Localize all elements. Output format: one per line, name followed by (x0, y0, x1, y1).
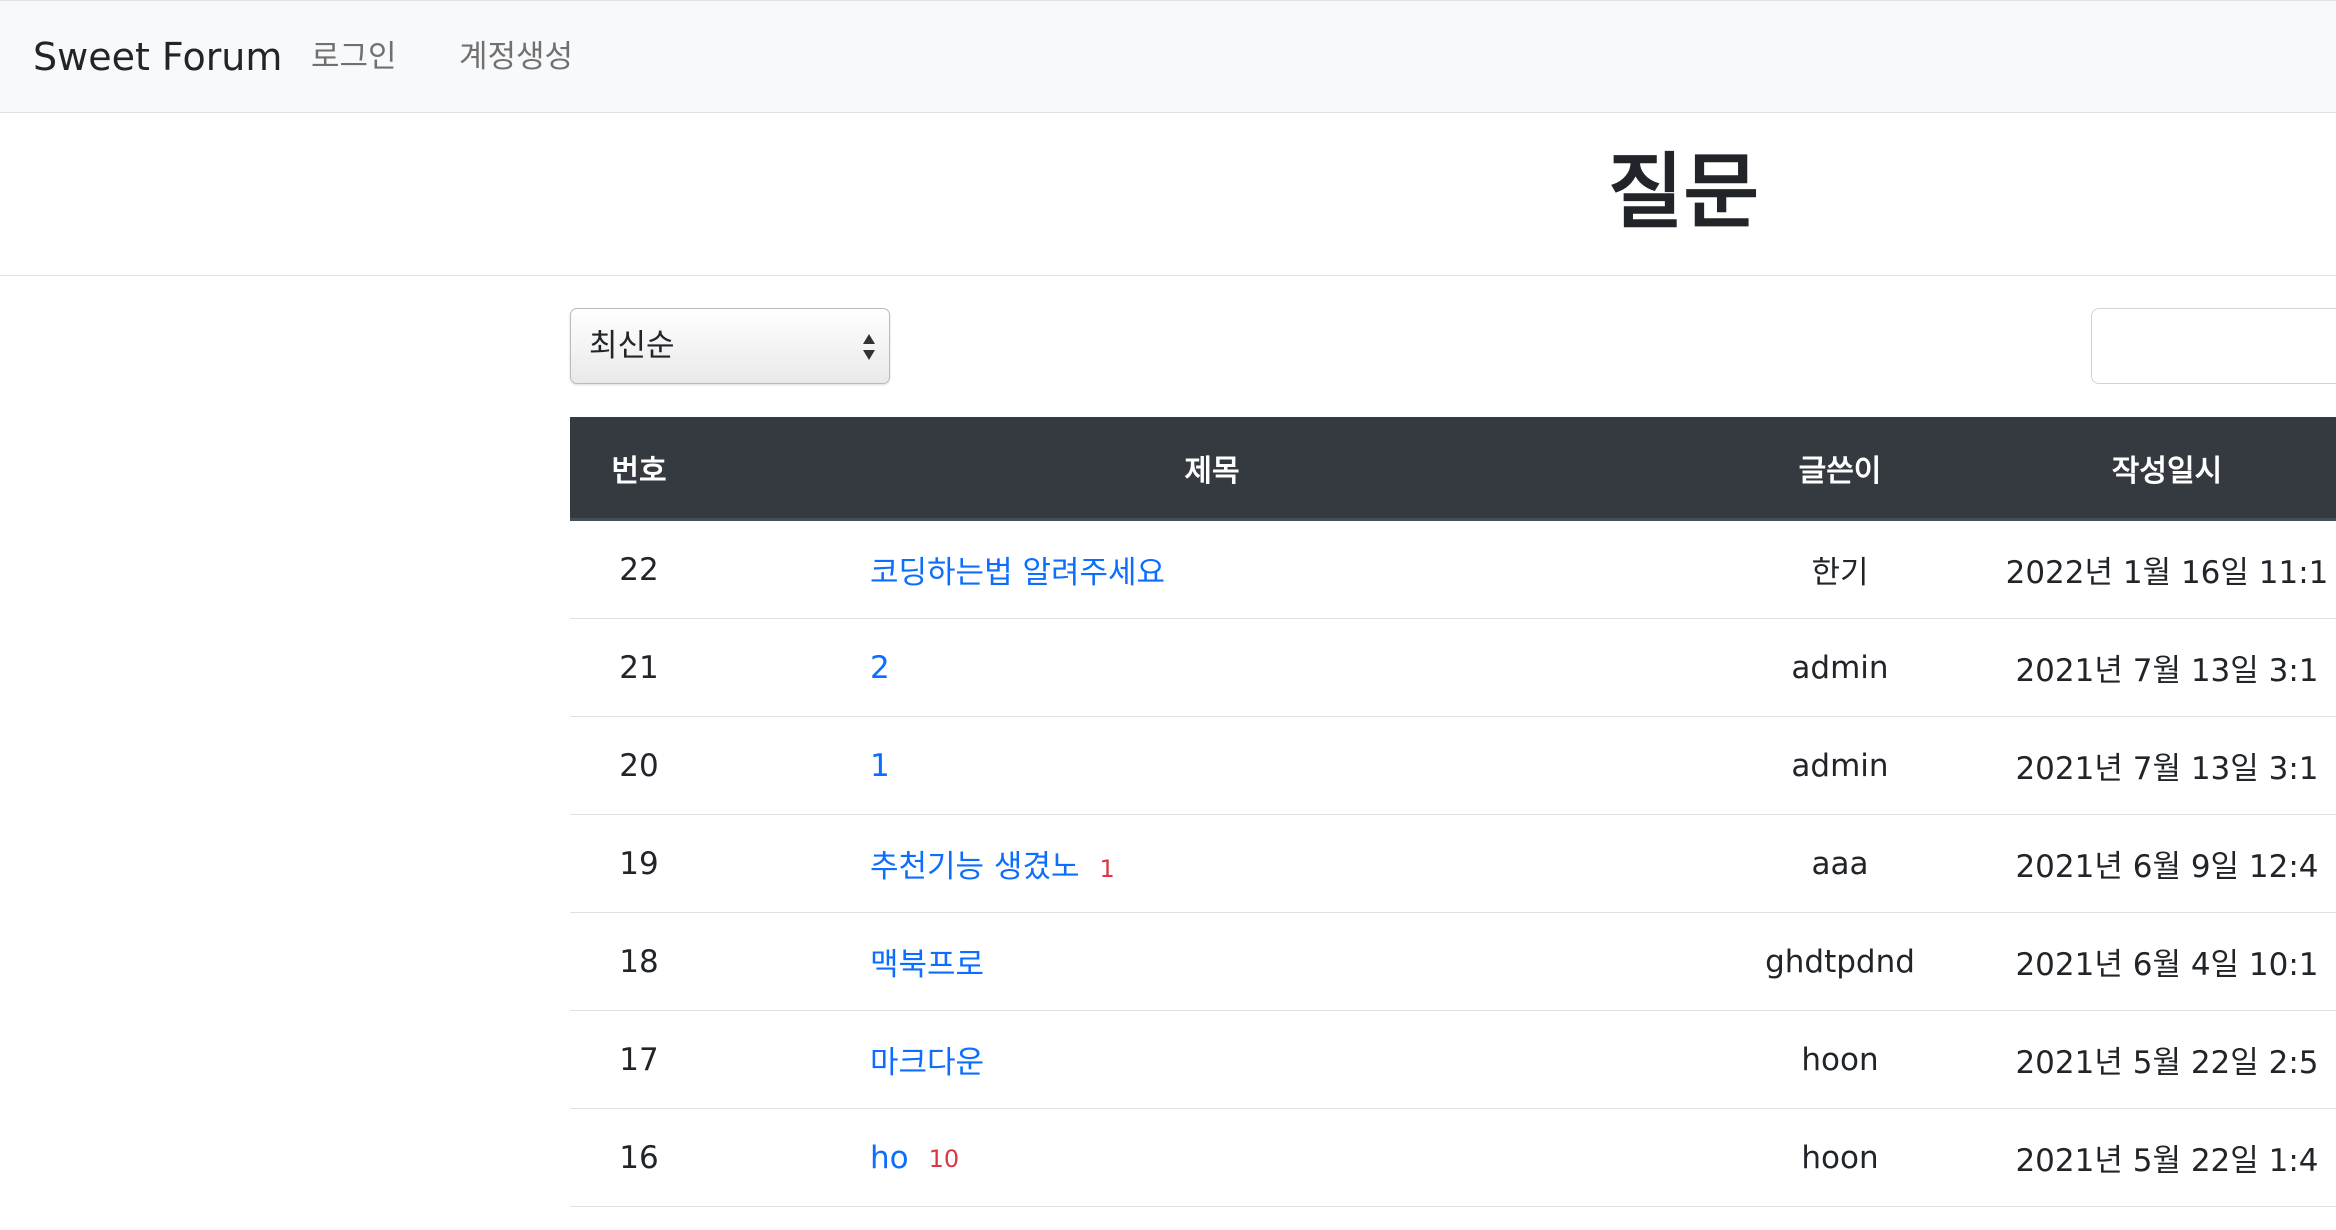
row-number: 20 (570, 716, 708, 815)
navbar: Sweet Forum 로그인 계정생성 (0, 0, 2336, 113)
sort-select-value: 최신순 (589, 328, 675, 364)
column-header-date: 작성일시 (1964, 417, 2336, 521)
table-row: 19 추천기능 생겼노 1 aaa 2021년 6월 9일 12:4 (570, 814, 2336, 913)
row-title-cell: 2 (708, 618, 1716, 717)
page-title: 질문 (1608, 145, 1759, 240)
row-date: 2021년 7월 13일 3:1 (1964, 716, 2336, 815)
column-header-title: 제목 (708, 417, 1716, 521)
table-row: 17 마크다운 hoon 2021년 5월 22일 2:5 (570, 1010, 2336, 1109)
row-author: ghdtpdnd (1716, 912, 1964, 1011)
page-header: 질문 (0, 113, 2336, 276)
row-author: admin (1716, 618, 1964, 717)
table-row: 16 ho 10 hoon 2021년 5월 22일 1:4 (570, 1108, 2336, 1207)
row-number: 17 (570, 1010, 708, 1109)
comment-count-badge: 1 (1099, 854, 1115, 883)
search-input[interactable] (2091, 308, 2336, 384)
row-title-cell: 마크다운 (708, 1010, 1716, 1109)
row-number: 22 (570, 519, 708, 619)
row-title-cell: 코딩하는법 알려주세요 (708, 519, 1716, 619)
table-row: 18 맥북프로 ghdtpdnd 2021년 6월 4일 10:1 (570, 912, 2336, 1011)
row-number: 18 (570, 912, 708, 1011)
question-link[interactable]: 1 (870, 748, 890, 784)
question-link[interactable]: 코딩하는법 알려주세요 (870, 555, 1165, 591)
table-row: 21 2 admin 2021년 7월 13일 3:1 (570, 618, 2336, 717)
sort-select[interactable]: 최신순 (570, 308, 890, 384)
question-link[interactable]: 추천기능 생겼노 (870, 849, 1080, 885)
row-title-cell: 맥북프로 (708, 912, 1716, 1011)
column-header-number: 번호 (570, 417, 708, 521)
row-title-cell: ho 10 (708, 1108, 1716, 1207)
row-author: aaa (1716, 814, 1964, 913)
nav-link-signup[interactable]: 계정생성 (459, 37, 573, 77)
question-link[interactable]: ho (870, 1140, 909, 1176)
row-author: hoon (1716, 1010, 1964, 1109)
row-number: 19 (570, 814, 708, 913)
table-header-row: 번호 제목 글쓴이 작성일시 (570, 417, 2336, 521)
row-number: 16 (570, 1108, 708, 1207)
row-date: 2021년 6월 4일 10:1 (1964, 912, 2336, 1011)
navbar-brand[interactable]: Sweet Forum (33, 34, 282, 80)
row-date: 2021년 5월 22일 2:5 (1964, 1010, 2336, 1109)
question-link[interactable]: 맥북프로 (870, 947, 984, 983)
question-link[interactable]: 2 (870, 650, 890, 686)
row-date: 2021년 5월 22일 1:4 (1964, 1108, 2336, 1207)
question-table: 번호 제목 글쓴이 작성일시 22 코딩하는법 알려주세요 한기 2022년 1… (570, 417, 2336, 1207)
comment-count-badge: 10 (928, 1145, 960, 1173)
row-date: 2021년 7월 13일 3:1 (1964, 618, 2336, 717)
row-author: admin (1716, 716, 1964, 815)
question-link[interactable]: 마크다운 (870, 1045, 984, 1081)
nav-link-login[interactable]: 로그인 (311, 37, 397, 77)
row-author: hoon (1716, 1108, 1964, 1207)
row-title-cell: 추천기능 생겼노 1 (708, 814, 1716, 913)
select-arrows-icon (863, 334, 875, 360)
row-author: 한기 (1716, 519, 1964, 619)
row-date: 2021년 6월 9일 12:4 (1964, 814, 2336, 913)
row-number: 21 (570, 618, 708, 717)
row-title-cell: 1 (708, 716, 1716, 815)
table-row: 22 코딩하는법 알려주세요 한기 2022년 1월 16일 11:1 (570, 519, 2336, 619)
row-date: 2022년 1월 16일 11:1 (1964, 519, 2336, 619)
column-header-author: 글쓴이 (1716, 417, 1964, 521)
table-row: 20 1 admin 2021년 7월 13일 3:1 (570, 716, 2336, 815)
